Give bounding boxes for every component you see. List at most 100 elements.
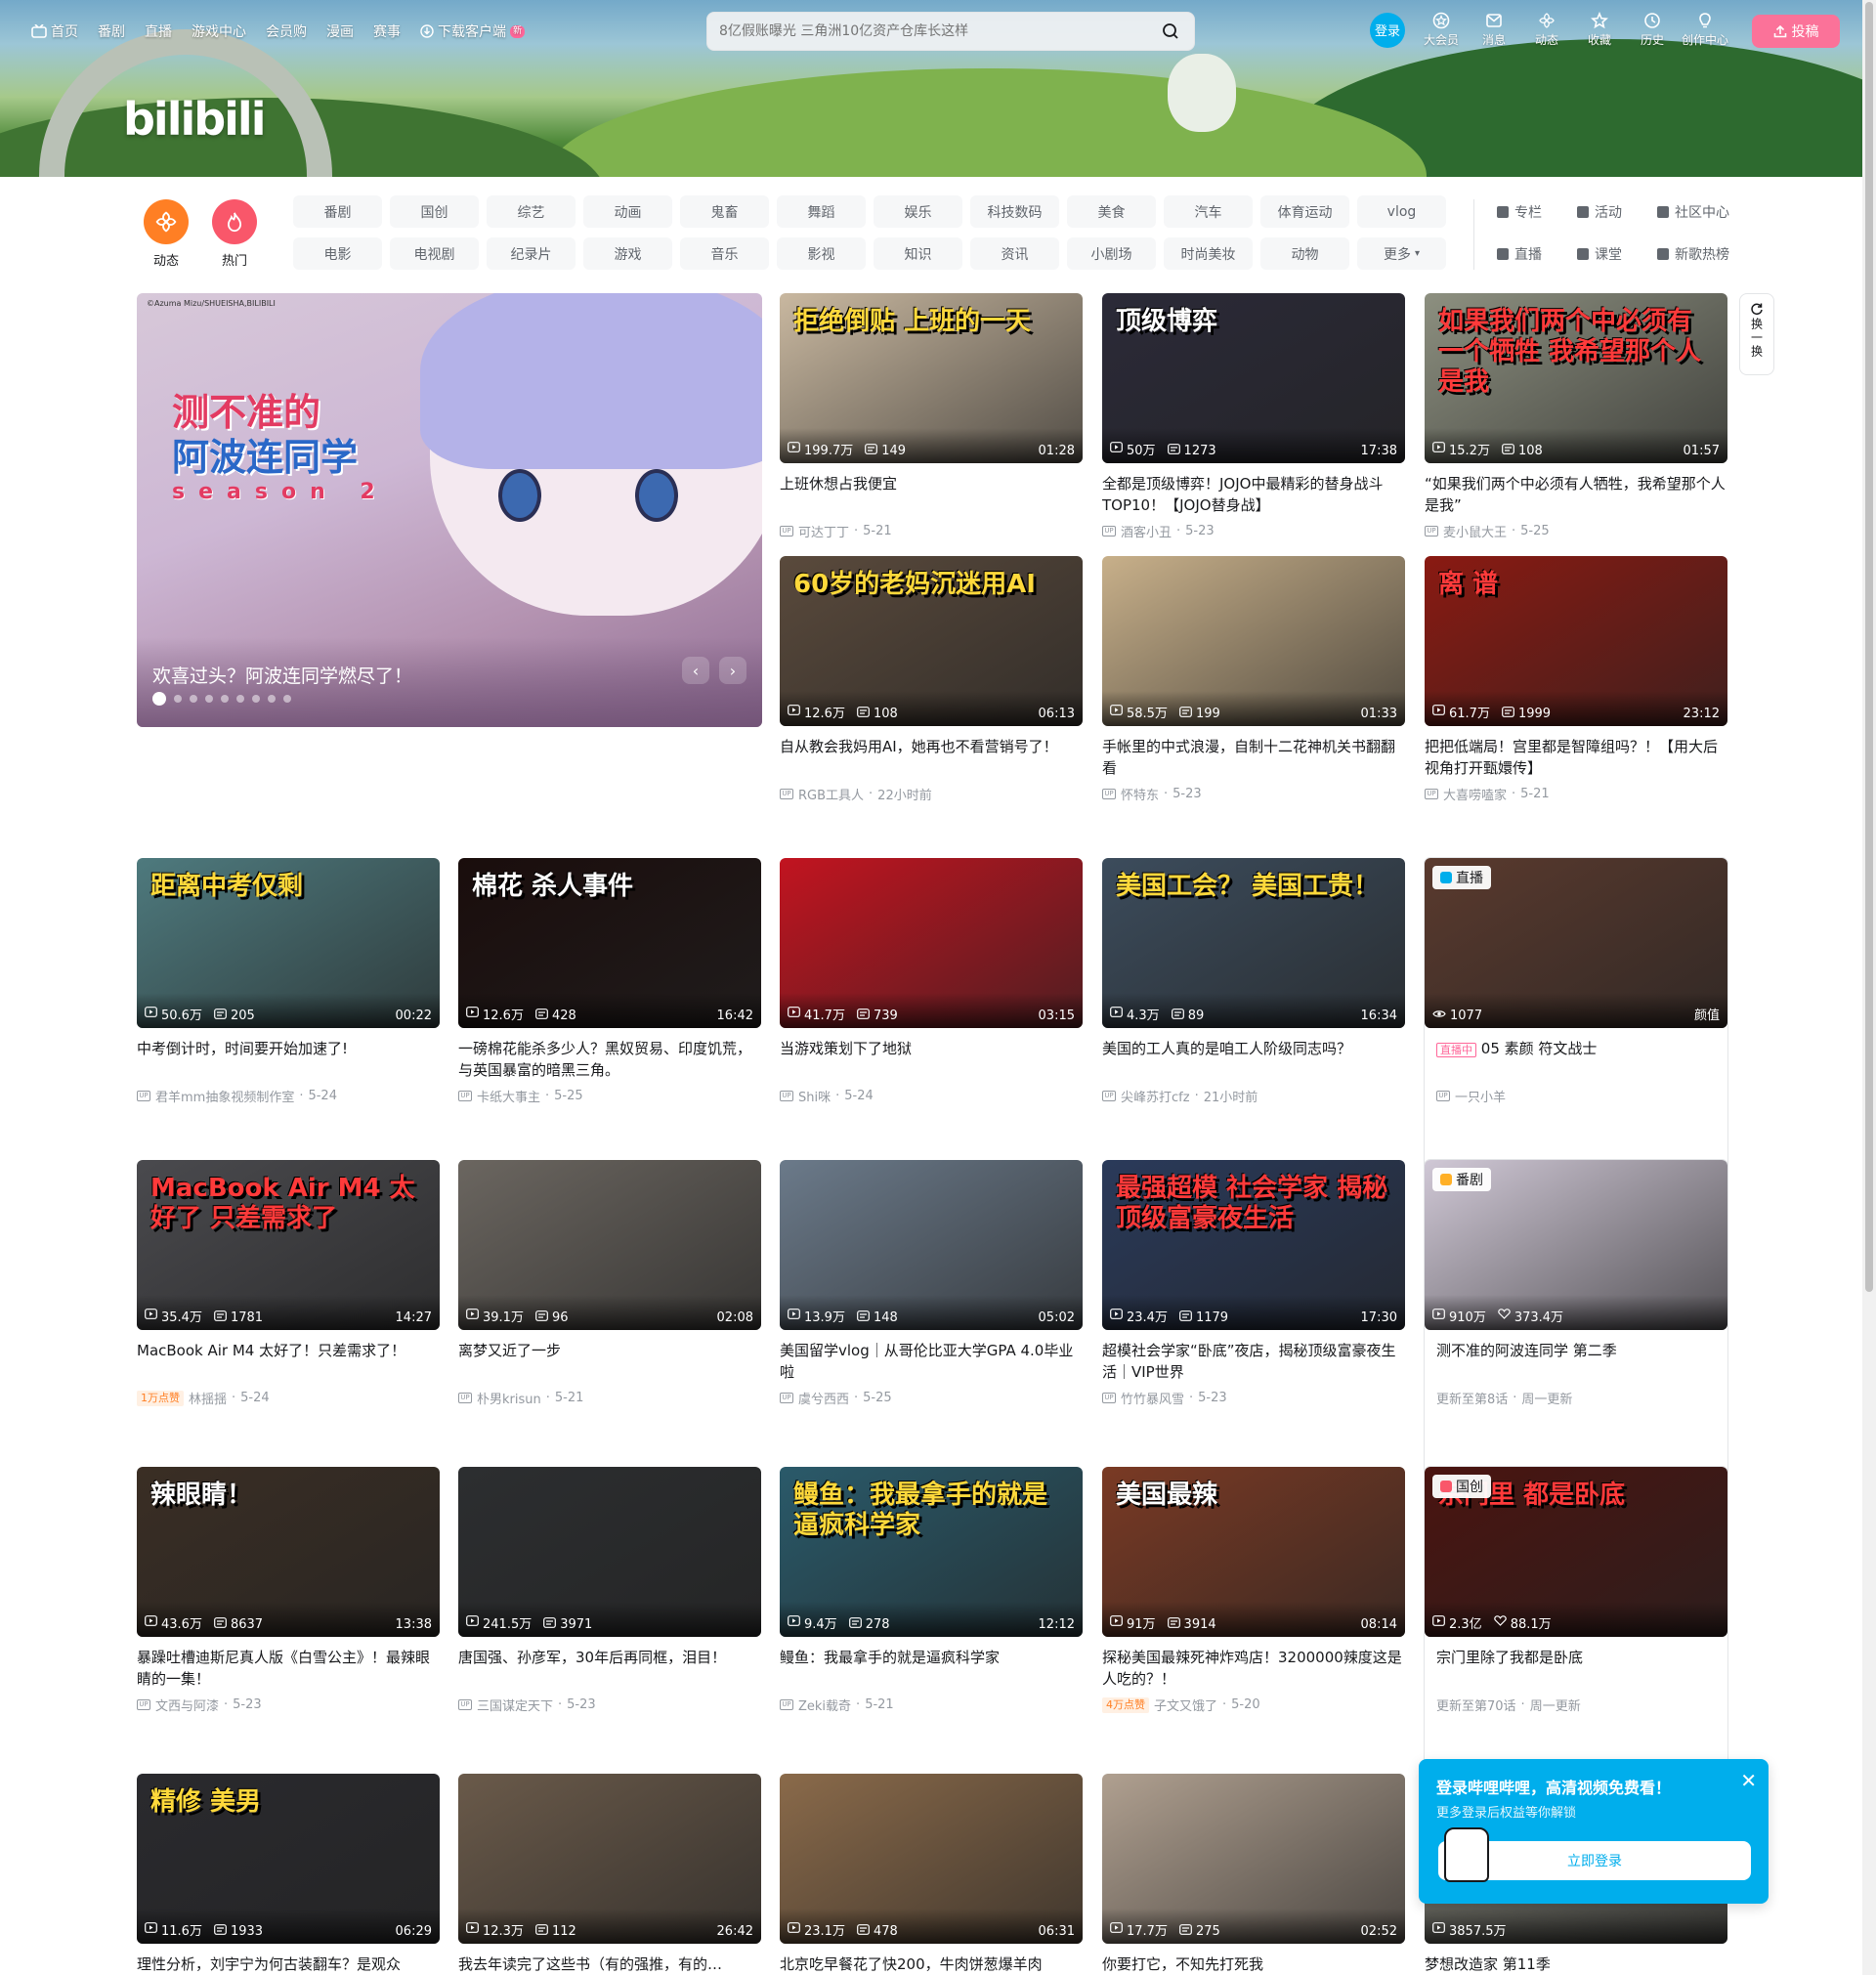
carousel-dot[interactable]	[221, 695, 229, 703]
video-title[interactable]: 暴躁吐槽迪斯尼真人版《白雪公主》！最辣眼睛的一集！	[137, 1647, 440, 1690]
entry-dynamic[interactable]: 动态	[1520, 12, 1573, 48]
scrollbar-thumb[interactable]	[1865, 2, 1873, 1292]
video-card[interactable]: 拒绝倒贴 上班的一天 199.7万 149 01:28 上班休想占我便宜 UP 可达丁丁 · 5…	[780, 293, 1083, 540]
video-title[interactable]: 自从教会我妈用AI，她再也不看营销号了！	[780, 736, 1083, 779]
uploader-name[interactable]: 尖峰苏打cfz	[1121, 1087, 1190, 1105]
nav-home[interactable]: 首页	[21, 20, 88, 43]
nav-esports[interactable]: 赛事	[363, 20, 410, 43]
entry-message[interactable]: 消息	[1468, 12, 1520, 48]
uploader-name[interactable]: 竹竹暴风雪	[1121, 1389, 1184, 1407]
channel-tag[interactable]: 体育运动	[1260, 195, 1349, 228]
channel-tag[interactable]: 小剧场	[1067, 237, 1156, 270]
video-title[interactable]: 全都是顶级博弈！JOJO中最精彩的替身战斗TOP10！【JOJO替身战】	[1102, 473, 1405, 516]
video-title[interactable]: 北京吃早餐花了快200，牛肉饼葱爆羊肉	[780, 1954, 1083, 1975]
video-card[interactable]: 17.7万 275 02:52 你要打它，不知先打死我	[1102, 1774, 1405, 1975]
series-card[interactable]: 番剧 910万 373.4万 测不准的阿波连同学 第二季 更新至第8话 · 周一更新	[1425, 1160, 1727, 1494]
series-card[interactable]: 宗门里 都是卧底 国创 2.3亿 88.1万 宗门里除了我都是卧底 更新至第70话 · 周一更…	[1425, 1467, 1727, 1801]
channel-tag[interactable]: 知识	[874, 237, 962, 270]
channel-tag[interactable]: vlog	[1357, 195, 1446, 228]
video-card[interactable]: 顶级博弈 50万 1273 17:38 全都是顶级博弈！JOJO中最精彩的替身战斗TOP…	[1102, 293, 1405, 540]
nav-shop[interactable]: 会员购	[256, 20, 317, 43]
video-thumbnail[interactable]: 离 谱 61.7万 1999 23:12	[1425, 556, 1727, 726]
channel-tag[interactable]: 动物	[1260, 237, 1349, 270]
video-card[interactable]: 美国最辣 91万 3914 08:14 探秘美国最辣死神炸鸡店！3200000辣度这是人…	[1102, 1467, 1405, 1714]
login-avatar-button[interactable]: 登录	[1370, 12, 1405, 48]
uploader-name[interactable]: 朴男krisun	[477, 1389, 541, 1407]
video-title[interactable]: 超模社会学家“卧底”夜店，揭秘顶级富豪夜生活｜VIP世界	[1102, 1340, 1405, 1383]
video-thumbnail[interactable]: 美国最辣 91万 3914 08:14	[1102, 1467, 1405, 1637]
channel-tag[interactable]: 舞蹈	[777, 195, 866, 228]
side-link-column[interactable]: 专栏	[1497, 195, 1573, 228]
video-thumbnail[interactable]: 241.5万 3971	[458, 1467, 761, 1637]
carousel-dot[interactable]	[190, 695, 197, 703]
video-thumbnail[interactable]: 17.7万 275 02:52	[1102, 1774, 1405, 1944]
nav-manga[interactable]: 漫画	[317, 20, 363, 43]
entry-favorite[interactable]: 收藏	[1573, 12, 1626, 48]
uploader-name[interactable]: 酒客小丑	[1121, 522, 1172, 540]
entry-creator-center[interactable]: 创作中心	[1679, 12, 1731, 48]
video-card[interactable]: 离 谱 61.7万 1999 23:12 把把低端局！宫里都是智障组吗？！【用大后视角打…	[1425, 556, 1727, 803]
video-title[interactable]: MacBook Air M4 太好了！只差需求了！	[137, 1340, 440, 1383]
video-thumbnail[interactable]: 58.5万 199 01:33	[1102, 556, 1405, 726]
channel-tag[interactable]: 汽车	[1164, 195, 1253, 228]
side-link-classroom[interactable]: 课堂	[1577, 237, 1653, 270]
video-card[interactable]: 美国工会？ 美国工贵！ 4.3万 89 16:34 美国的工人真的是咱工人阶级同志吗？ U…	[1102, 858, 1405, 1105]
uploader-name[interactable]: 三国谋定天下	[477, 1696, 553, 1714]
carousel-prev-button[interactable]: ‹	[682, 657, 709, 684]
channel-tag[interactable]: 综艺	[487, 195, 576, 228]
video-card[interactable]: 60岁的老妈沉迷用AI 12.6万 108 06:13 自从教会我妈用AI，她再也不看营…	[780, 556, 1083, 803]
search-input[interactable]	[719, 23, 1159, 39]
video-title[interactable]: 一磅棉花能杀多少人？黑奴贸易、印度饥荒，与英国暴富的暗黑三角。	[458, 1038, 761, 1081]
video-thumbnail[interactable]: 鳗鱼：我最拿手的就是逼疯科学家 9.4万 278 12:12	[780, 1467, 1083, 1637]
video-thumbnail[interactable]: 辣眼睛！ 43.6万 8637 13:38	[137, 1467, 440, 1637]
video-title[interactable]: 探秘美国最辣死神炸鸡店！3200000辣度这是人吃的？！	[1102, 1647, 1405, 1690]
uploader-name[interactable]: 怀特东	[1121, 785, 1159, 803]
video-thumbnail[interactable]: 12.3万 112 26:42	[458, 1774, 761, 1944]
channel-tag[interactable]: 电影	[293, 237, 382, 270]
search-button[interactable]	[1159, 20, 1182, 43]
channel-tag[interactable]: 时尚美妆	[1164, 237, 1253, 270]
video-title[interactable]: 我去年读完了这些书（有的强推，有的…	[458, 1954, 761, 1975]
uploader-name[interactable]: Shi咪	[798, 1087, 831, 1105]
carousel-dot[interactable]	[174, 695, 182, 703]
video-title[interactable]: 宗门里除了我都是卧底	[1425, 1647, 1727, 1690]
hero-carousel[interactable]: ©Azuma Mizu/SHUEISHA,BILIBILI 测不准的 阿波连同学…	[137, 293, 762, 727]
channel-tag[interactable]: 娱乐	[874, 195, 962, 228]
carousel-dot[interactable]	[152, 692, 166, 706]
channel-tag[interactable]: 影视	[777, 237, 866, 270]
channel-tag[interactable]: 资讯	[970, 237, 1059, 270]
nav-anime[interactable]: 番剧	[88, 20, 135, 43]
video-title[interactable]: 把把低端局！宫里都是智障组吗？！【用大后视角打开甄嬛传】	[1425, 736, 1727, 779]
channel-tag[interactable]: 电视剧	[390, 237, 479, 270]
video-thumbnail[interactable]: 棉花 杀人事件 12.6万 428 16:42	[458, 858, 761, 1028]
video-title[interactable]: 离梦又近了一步	[458, 1340, 761, 1383]
video-thumbnail[interactable]: 宗门里 都是卧底 国创 2.3亿 88.1万	[1425, 1467, 1727, 1637]
video-card[interactable]: 41.7万 739 03:15 当游戏策划下了地狱 UP Shi咪 · 5-24	[780, 858, 1083, 1105]
video-thumbnail[interactable]: 60岁的老妈沉迷用AI 12.6万 108 06:13	[780, 556, 1083, 726]
video-card[interactable]: 辣眼睛！ 43.6万 8637 13:38 暴躁吐槽迪斯尼真人版《白雪公主》！最辣眼睛的…	[137, 1467, 440, 1714]
channel-hot[interactable]: 热门	[205, 199, 264, 269]
video-thumbnail[interactable]: 如果我们两个中必须有一个牺牲 我希望那个人是我 15.2万 108 01:57	[1425, 293, 1727, 463]
video-thumbnail[interactable]: 番剧 910万 373.4万	[1425, 1160, 1727, 1330]
uploader-name[interactable]: 君羊mm抽象视频制作室	[155, 1087, 294, 1105]
uploader-name[interactable]: RGB工具人	[798, 785, 864, 803]
video-card[interactable]: 鳗鱼：我最拿手的就是逼疯科学家 9.4万 278 12:12 鳗鱼：我最拿手的就是逼疯科…	[780, 1467, 1083, 1714]
entry-history[interactable]: 历史	[1626, 12, 1679, 48]
video-thumbnail[interactable]: 最强超模 社会学家 揭秘顶级富豪夜生活 23.4万 1179 17:30	[1102, 1160, 1405, 1330]
upload-button[interactable]: 投稿	[1752, 15, 1840, 48]
video-title[interactable]: 理性分析，刘宇宁为何古装翻车？是观众	[137, 1954, 440, 1975]
video-thumbnail[interactable]: 顶级博弈 50万 1273 17:38	[1102, 293, 1405, 463]
channel-tag[interactable]: 国创	[390, 195, 479, 228]
channel-tag[interactable]: 游戏	[583, 237, 672, 270]
uploader-name[interactable]: Zeki载奇	[798, 1696, 851, 1714]
video-card[interactable]: 23.1万 478 06:31 北京吃早餐花了快200，牛肉饼葱爆羊肉	[780, 1774, 1083, 1975]
carousel-dot[interactable]	[268, 695, 276, 703]
video-thumbnail[interactable]: MacBook Air M4 太好了 只差需求了 35.4万 1781 14:27	[137, 1160, 440, 1330]
channel-more[interactable]: 更多 ▾	[1357, 237, 1446, 270]
video-thumbnail[interactable]: 39.1万 96 02:08	[458, 1160, 761, 1330]
video-card[interactable]: 39.1万 96 02:08 离梦又近了一步 UP 朴男krisun · 5-21	[458, 1160, 761, 1407]
side-link-community[interactable]: 社区中心	[1657, 195, 1733, 228]
channel-tag[interactable]: 美食	[1067, 195, 1156, 228]
video-title[interactable]: 唐国强、孙彦军，30年后再同框，泪目！	[458, 1647, 761, 1690]
video-title[interactable]: 梦想改造家 第11季	[1425, 1954, 1727, 1975]
